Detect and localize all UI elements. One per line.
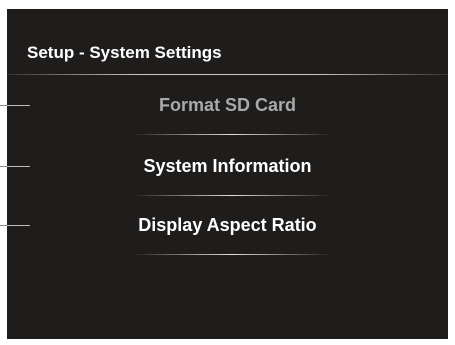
menu-marker-2-outer [0,166,7,167]
menu-item-divider [131,134,333,135]
menu-item-format-sd-card[interactable]: Format SD Card [7,85,448,135]
menu-item-label: Format SD Card [158,95,297,115]
menu-marker-3-outer [0,225,7,226]
menu-item-display-aspect-ratio[interactable]: Display Aspect Ratio [7,205,448,255]
page-title: Setup - System Settings [27,43,222,62]
menu-marker-1-outer [0,105,7,106]
settings-screen: Setup - System Settings Format SD Card S… [7,9,448,339]
menu-item-system-information[interactable]: System Information [7,146,448,196]
menu-item-divider [131,195,333,196]
menu-item-label: Display Aspect Ratio [138,215,317,235]
title-divider [7,74,448,75]
menu-item-label: System Information [143,156,312,176]
menu-item-divider [131,254,333,255]
